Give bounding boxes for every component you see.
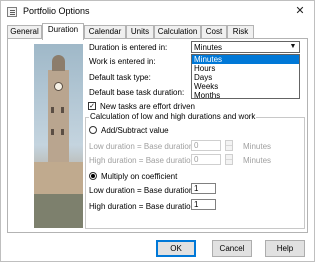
- base-duration-label: Default base task duration:: [89, 88, 185, 97]
- trees-shape: [34, 194, 83, 228]
- duration-option-weeks[interactable]: Weeks: [192, 82, 299, 91]
- clock-face-icon: [54, 82, 63, 91]
- calculation-group-title: Calculation of low and high durations an…: [89, 112, 257, 121]
- high-add-input[interactable]: 0: [191, 154, 221, 165]
- tab-units[interactable]: Units: [126, 25, 154, 39]
- high-add-spinner[interactable]: [225, 154, 233, 165]
- tab-cost[interactable]: Cost: [201, 25, 227, 39]
- work-label: Work is entered in:: [89, 57, 156, 66]
- duration-option-days[interactable]: Days: [192, 73, 299, 82]
- close-icon[interactable]: ✕: [293, 4, 307, 18]
- ok-button[interactable]: OK: [156, 240, 196, 257]
- chevron-down-icon[interactable]: ▼: [287, 42, 299, 52]
- multiply-radio[interactable]: [89, 172, 97, 180]
- tab-bar: General Duration Calendar Units Calculat…: [7, 23, 307, 40]
- tab-calendar[interactable]: Calendar: [84, 25, 126, 39]
- checkbox-checked-icon[interactable]: ✓: [88, 102, 96, 110]
- low-multiply-label: Low duration = Base duration *: [89, 186, 199, 195]
- tower-window: [51, 107, 54, 113]
- title-bar: Portfolio Options ✕: [1, 1, 314, 23]
- task-type-label: Default task type:: [89, 73, 151, 82]
- tab-duration[interactable]: Duration: [42, 23, 84, 40]
- tower-window: [51, 129, 54, 135]
- high-multiply-input[interactable]: 1: [191, 199, 216, 210]
- low-add-unit: Minutes: [243, 142, 272, 151]
- duration-option-months[interactable]: Months: [192, 91, 299, 100]
- tab-general[interactable]: General: [7, 25, 42, 39]
- tab-calculation[interactable]: Calculation: [154, 25, 201, 39]
- duration-select-value: Minutes: [194, 43, 223, 52]
- duration-label: Duration is entered in:: [89, 43, 168, 52]
- window-icon: [7, 7, 17, 17]
- tower-window: [61, 107, 64, 113]
- window-title: Portfolio Options: [23, 6, 90, 16]
- cancel-button[interactable]: Cancel: [212, 240, 252, 257]
- low-add-label: Low duration = Base duration -: [89, 142, 199, 151]
- high-add-label: High duration = Base duration +: [89, 156, 202, 165]
- duration-option-hours[interactable]: Hours: [192, 64, 299, 73]
- add-subtract-label: Add/Subtract value: [101, 126, 169, 135]
- low-multiply-input[interactable]: 1: [191, 183, 216, 194]
- duration-option-minutes[interactable]: Minutes: [192, 55, 299, 64]
- help-button[interactable]: Help: [265, 240, 305, 257]
- effort-driven-label: New tasks are effort driven: [100, 102, 196, 111]
- tower-window: [61, 129, 64, 135]
- add-subtract-radio[interactable]: [89, 126, 97, 134]
- multiply-label: Multiply on coefficient: [101, 172, 178, 181]
- low-add-spinner[interactable]: [225, 140, 233, 151]
- tab-risk[interactable]: Risk: [227, 25, 254, 39]
- duration-dropdown-list: Minutes Hours Days Weeks Months: [191, 54, 300, 100]
- portfolio-options-dialog: Portfolio Options ✕ General Duration Cal…: [0, 0, 315, 262]
- duration-select[interactable]: Minutes ▼: [191, 41, 300, 53]
- high-multiply-label: High duration = Base duration *: [89, 202, 201, 211]
- low-add-input[interactable]: 0: [191, 140, 221, 151]
- high-add-unit: Minutes: [243, 156, 272, 165]
- clock-tower-photo: [34, 44, 83, 228]
